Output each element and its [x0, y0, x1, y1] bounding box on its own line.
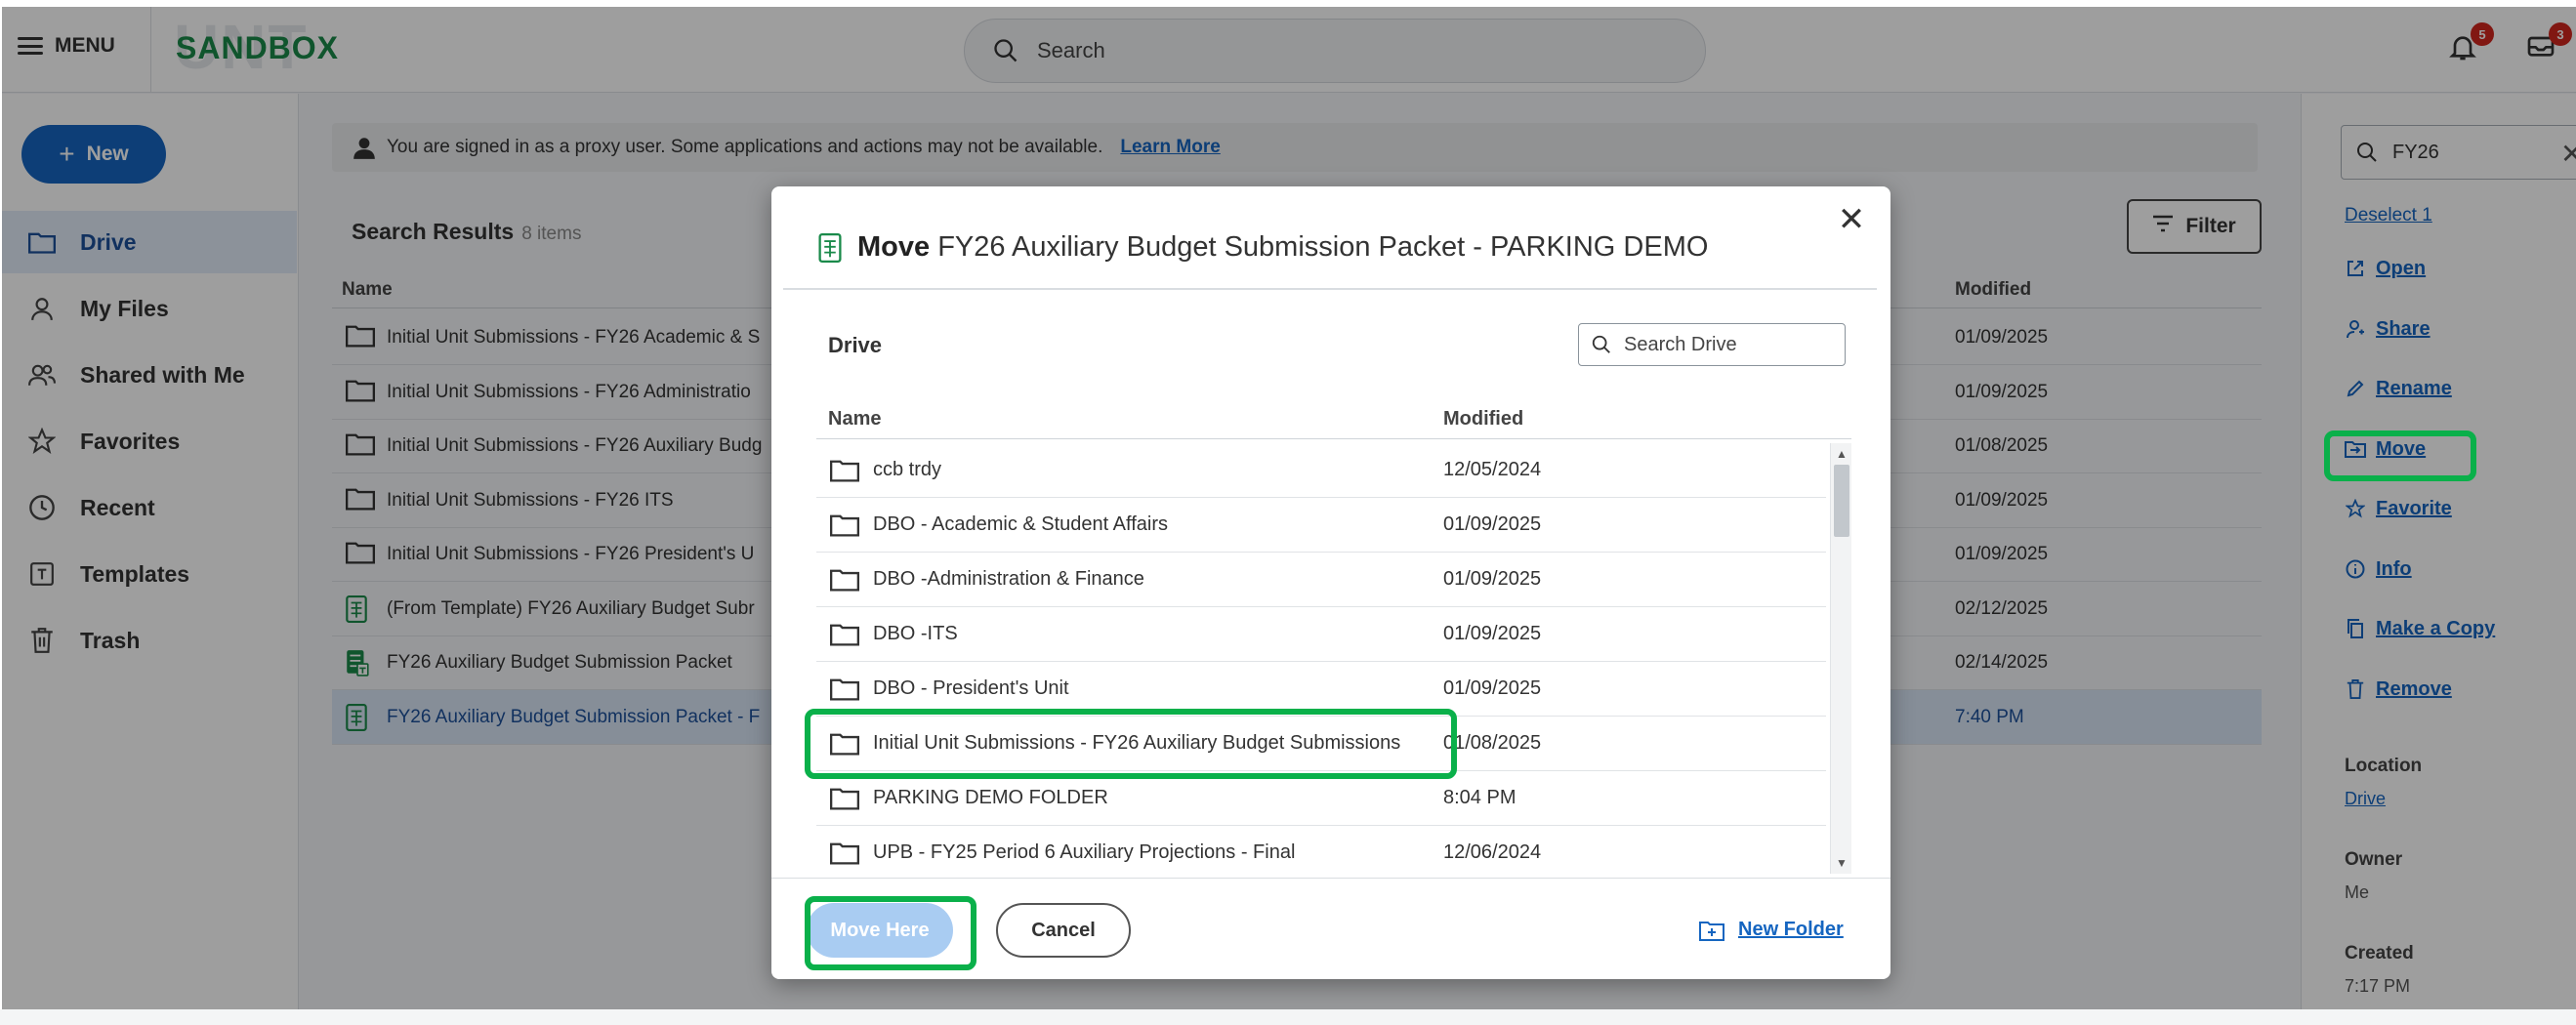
- column-header-modified[interactable]: Modified: [1443, 408, 1523, 430]
- folder-icon: [830, 732, 859, 761]
- search-drive-placeholder: Search Drive: [1624, 333, 1737, 355]
- folder-modified: 01/09/2025: [1443, 568, 1542, 590]
- folder-name: PARKING DEMO FOLDER: [873, 787, 1108, 808]
- dialog-table-header: Name Modified: [816, 396, 1851, 439]
- folder-name: Initial Unit Submissions - FY26 Auxiliar…: [873, 732, 1401, 754]
- folder-name: DBO - Academic & Student Affairs: [873, 513, 1168, 535]
- folder-name: DBO -Administration & Finance: [873, 568, 1144, 590]
- new-folder-icon: [1699, 921, 1724, 941]
- move-here-button[interactable]: Move Here: [807, 903, 953, 958]
- cancel-button[interactable]: Cancel: [996, 903, 1131, 958]
- folder-modified: 01/09/2025: [1443, 677, 1542, 699]
- folder-icon: [830, 459, 859, 488]
- dialog-title: Move FY26 Auxiliary Budget Submission Pa…: [818, 231, 1708, 264]
- folder-row[interactable]: ccb trdy 12/05/2024: [816, 443, 1826, 498]
- folder-row[interactable]: Initial Unit Submissions - FY26 Auxiliar…: [816, 717, 1826, 771]
- folder-icon: [830, 787, 859, 816]
- folder-row[interactable]: DBO - Academic & Student Affairs 01/09/20…: [816, 498, 1826, 553]
- dialog-breadcrumb[interactable]: Drive: [828, 333, 882, 358]
- folder-list-scrollbar[interactable]: ▲ ▼: [1830, 443, 1851, 874]
- folder-name: UPB - FY25 Period 6 Auxiliary Projection…: [873, 841, 1296, 863]
- folder-modified: 01/09/2025: [1443, 623, 1542, 644]
- folder-name: DBO - President's Unit: [873, 677, 1069, 699]
- column-header-name[interactable]: Name: [828, 408, 881, 430]
- folder-name: DBO -ITS: [873, 623, 958, 644]
- folder-name: ccb trdy: [873, 459, 942, 480]
- folder-row[interactable]: DBO -Administration & Finance 01/09/2025: [816, 553, 1826, 607]
- folder-icon: [830, 568, 859, 597]
- spreadsheet-icon: [818, 232, 842, 263]
- folder-icon: [830, 513, 859, 543]
- folder-icon: [830, 841, 859, 871]
- folder-row[interactable]: DBO -ITS 01/09/2025: [816, 607, 1826, 662]
- new-folder-button[interactable]: New Folder: [1699, 919, 1844, 941]
- folder-icon: [830, 677, 859, 707]
- folder-modified: 01/08/2025: [1443, 732, 1542, 754]
- divider: [783, 288, 1877, 290]
- folder-modified: 12/05/2024: [1443, 459, 1542, 480]
- scroll-down-icon[interactable]: ▼: [1836, 856, 1848, 870]
- move-dialog: ✕ Move FY26 Auxiliary Budget Submission …: [771, 186, 1890, 979]
- dialog-title-action: Move: [857, 231, 931, 263]
- search-drive-input[interactable]: Search Drive: [1578, 323, 1846, 366]
- search-icon: [1592, 335, 1610, 353]
- divider: [771, 878, 1890, 879]
- window-bottom-strip: [0, 1009, 2576, 1025]
- new-folder-label: New Folder: [1738, 919, 1844, 940]
- close-icon[interactable]: ✕: [1834, 201, 1869, 238]
- folder-modified: 01/09/2025: [1443, 513, 1542, 535]
- folder-icon: [830, 623, 859, 652]
- scroll-up-icon[interactable]: ▲: [1836, 447, 1848, 461]
- folder-list: ccb trdy 12/05/2024 DBO - Academic & Stude…: [816, 443, 1851, 874]
- folder-row[interactable]: DBO - President's Unit 01/09/2025: [816, 662, 1826, 717]
- folder-row[interactable]: UPB - FY25 Period 6 Auxiliary Projection…: [816, 826, 1826, 874]
- dialog-title-filename: FY26 Auxiliary Budget Submission Packet …: [937, 231, 1709, 263]
- scrollbar-thumb[interactable]: [1834, 465, 1849, 537]
- folder-modified: 12/06/2024: [1443, 841, 1542, 863]
- folder-row[interactable]: PARKING DEMO FOLDER 8:04 PM: [816, 771, 1826, 826]
- folder-modified: 8:04 PM: [1443, 787, 1517, 808]
